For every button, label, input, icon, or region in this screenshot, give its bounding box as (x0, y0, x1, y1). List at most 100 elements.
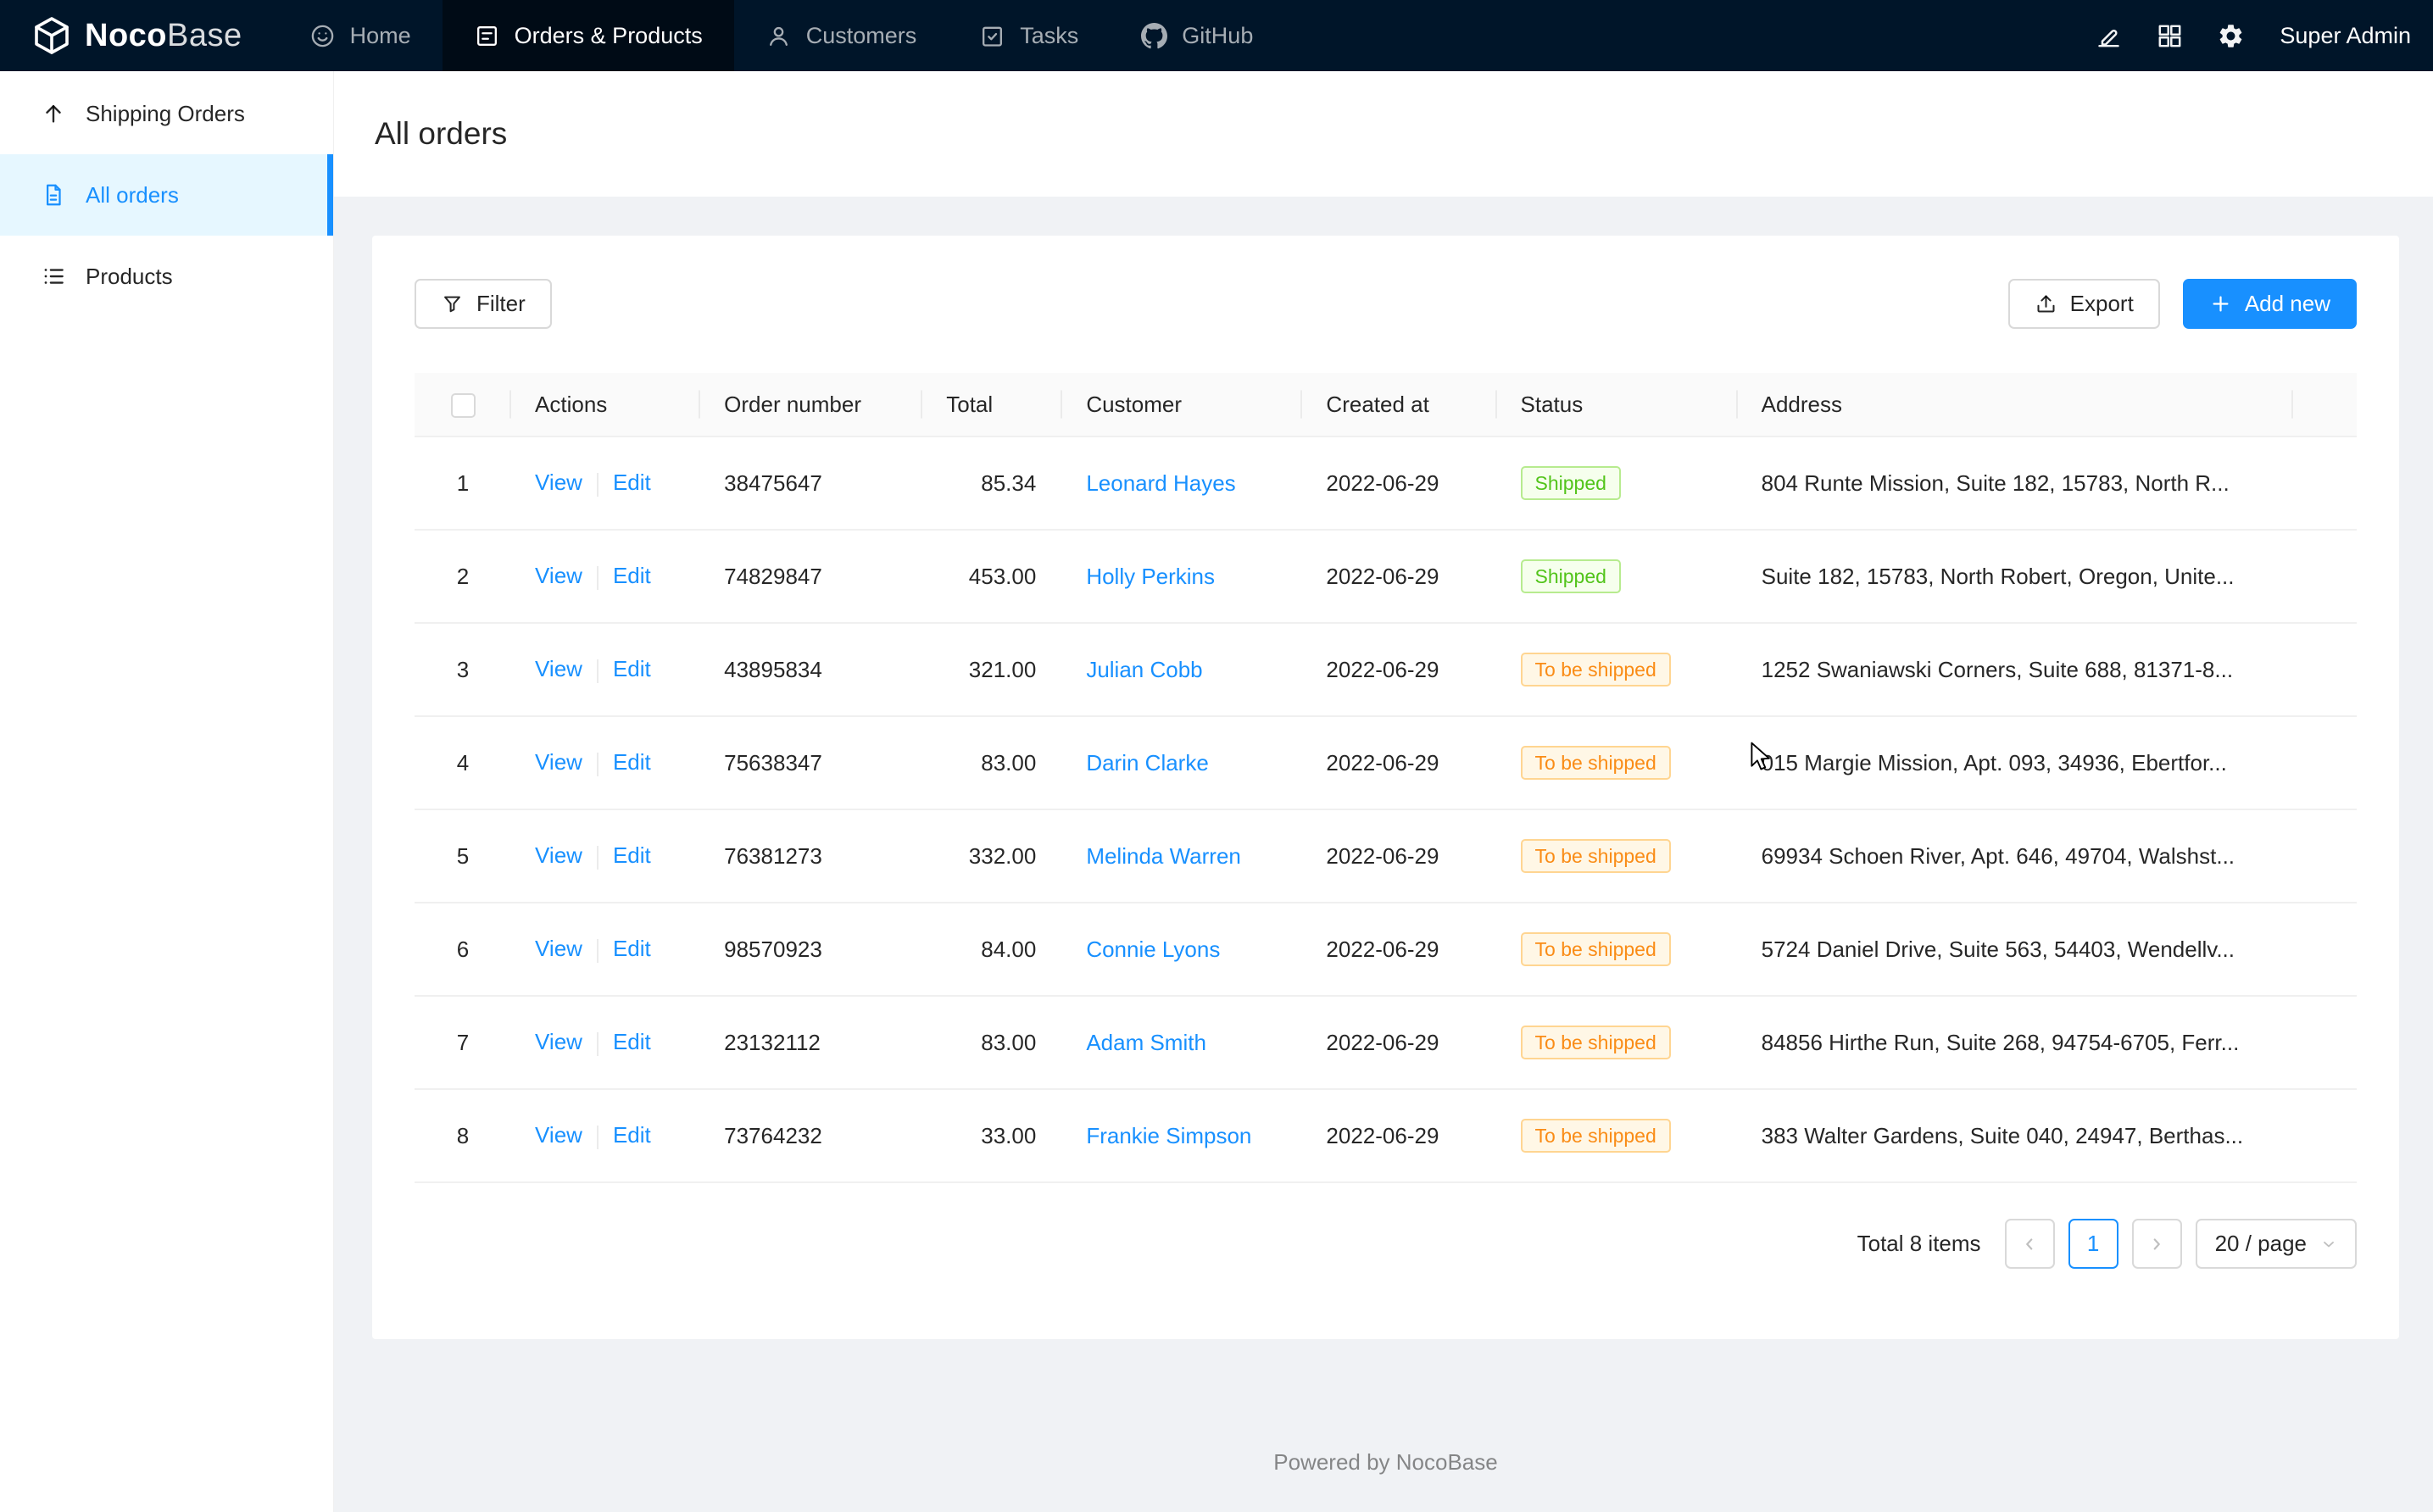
customer-link[interactable]: Darin Clarke (1086, 750, 1209, 775)
sidebar-item-label: Shipping Orders (86, 101, 245, 127)
customer-link[interactable]: Adam Smith (1086, 1030, 1206, 1055)
sidebar-item-products[interactable]: Products (0, 236, 333, 317)
customer-cell: Julian Cobb (1062, 623, 1302, 716)
action-divider (597, 1032, 599, 1056)
customer-link[interactable]: Melinda Warren (1086, 843, 1241, 869)
select-all-checkbox[interactable] (451, 393, 476, 418)
row-actions: View Edit (511, 716, 700, 809)
edit-link[interactable]: Edit (613, 936, 651, 961)
view-link[interactable]: View (535, 936, 582, 961)
prev-page-button[interactable] (2005, 1219, 2055, 1269)
status-badge: To be shipped (1521, 1026, 1671, 1059)
add-new-button-label: Add new (2245, 291, 2330, 317)
add-new-button[interactable]: Add new (2183, 279, 2357, 329)
column-header-address: Address (1738, 373, 2293, 436)
products-icon (41, 264, 66, 289)
pagination-total: Total 8 items (1857, 1231, 1981, 1257)
filter-button[interactable]: Filter (415, 279, 552, 329)
status-badge: To be shipped (1521, 839, 1671, 873)
export-button[interactable]: Export (2008, 279, 2160, 329)
main-area: All orders Filter (334, 71, 2433, 1512)
row-actions: View Edit (511, 996, 700, 1089)
customer-link[interactable]: Holly Perkins (1086, 564, 1215, 589)
action-divider (597, 473, 599, 497)
status-cell: To be shipped (1497, 1089, 1738, 1182)
smile-icon (309, 23, 336, 49)
edit-link[interactable]: Edit (613, 470, 651, 495)
order-number-cell: 43895834 (700, 623, 922, 716)
orders-icon (474, 23, 500, 49)
row-spacer-cell (2293, 903, 2357, 996)
row-spacer-cell (2293, 623, 2357, 716)
logo[interactable]: NocoBase (0, 0, 278, 71)
edit-link[interactable]: Edit (613, 563, 651, 588)
column-header-order-number: Order number (700, 373, 922, 436)
user-name[interactable]: Super Admin (2280, 23, 2411, 49)
customer-link[interactable]: Leonard Hayes (1086, 470, 1235, 496)
table-row: 1ViewEdit3847564785.34Leonard Hayes2022-… (415, 436, 2357, 530)
nav-item-orders-products[interactable]: Orders & Products (443, 0, 734, 71)
row-actions: View Edit (511, 809, 700, 903)
edit-link[interactable]: Edit (613, 749, 651, 775)
logo-text-light: Base (167, 18, 242, 53)
view-link[interactable]: View (535, 749, 582, 775)
edit-link[interactable]: Edit (613, 1029, 651, 1054)
gear-button[interactable] (2200, 0, 2261, 71)
status-cell: To be shipped (1497, 623, 1738, 716)
sidebar-item-label: All orders (86, 182, 179, 208)
blocks-icon (2156, 22, 2184, 50)
row-index: 5 (415, 809, 511, 903)
next-page-button[interactable] (2132, 1219, 2182, 1269)
customer-link[interactable]: Connie Lyons (1086, 937, 1220, 962)
page-size-select[interactable]: 20 / page (2196, 1219, 2357, 1269)
customer-link[interactable]: Frankie Simpson (1086, 1123, 1251, 1148)
toolbar: Filter Export (415, 279, 2357, 329)
address-cell: 015 Margie Mission, Apt. 093, 34936, Ebe… (1738, 716, 2293, 809)
table-row: 3ViewEdit43895834321.00Julian Cobb2022-0… (415, 623, 2357, 716)
nav-item-home[interactable]: Home (278, 0, 443, 71)
customer-cell: Darin Clarke (1062, 716, 1302, 809)
view-link[interactable]: View (535, 1029, 582, 1054)
view-link[interactable]: View (535, 470, 582, 495)
view-link[interactable]: View (535, 842, 582, 868)
top-bar: NocoBase HomeOrders & ProductsCustomers T… (0, 0, 2433, 71)
blocks-button[interactable] (2139, 0, 2200, 71)
customer-cell: Connie Lyons (1062, 903, 1302, 996)
view-link[interactable]: View (535, 1122, 582, 1148)
table-row: 5ViewEdit76381273332.00Melinda Warren202… (415, 809, 2357, 903)
customer-cell: Holly Perkins (1062, 530, 1302, 623)
nav-item-customers[interactable]: Customers (734, 0, 949, 71)
status-cell: To be shipped (1497, 903, 1738, 996)
all-orders-icon (41, 182, 66, 208)
customer-link[interactable]: Julian Cobb (1086, 657, 1202, 682)
order-number-cell: 74829847 (700, 530, 922, 623)
edit-link[interactable]: Edit (613, 1122, 651, 1148)
page-number-button[interactable]: 1 (2068, 1219, 2118, 1269)
content-area: Filter Export (334, 197, 2433, 1512)
edit-link[interactable]: Edit (613, 656, 651, 681)
nocobase-logo-icon (31, 15, 72, 56)
highlighter-button[interactable] (2078, 0, 2139, 71)
column-header-total: Total (922, 373, 1062, 436)
gear-icon (2217, 22, 2245, 50)
orders-table: Actions Order number Total Customer Crea… (415, 373, 2357, 1183)
nav-item-label: Tasks (1020, 23, 1078, 49)
plus-icon (2209, 292, 2232, 315)
sidebar-item-shipping-orders[interactable]: Shipping Orders (0, 73, 333, 154)
total-cell: 84.00 (922, 903, 1062, 996)
nav-item-github[interactable]: GitHub (1110, 0, 1284, 71)
created-at-cell: 2022-06-29 (1302, 716, 1496, 809)
column-header-created-at: Created at (1302, 373, 1496, 436)
view-link[interactable]: View (535, 563, 582, 588)
action-divider (597, 939, 599, 963)
select-all-header (415, 373, 511, 436)
sidebar-item-all-orders[interactable]: All orders (0, 154, 333, 236)
customer-cell: Frankie Simpson (1062, 1089, 1302, 1182)
row-actions: View Edit (511, 903, 700, 996)
view-link[interactable]: View (535, 656, 582, 681)
nav-item-tasks[interactable]: Tasks (948, 0, 1110, 71)
table-row: 8ViewEdit7376423233.00Frankie Simpson202… (415, 1089, 2357, 1182)
row-index: 3 (415, 623, 511, 716)
created-at-cell: 2022-06-29 (1302, 436, 1496, 530)
edit-link[interactable]: Edit (613, 842, 651, 868)
